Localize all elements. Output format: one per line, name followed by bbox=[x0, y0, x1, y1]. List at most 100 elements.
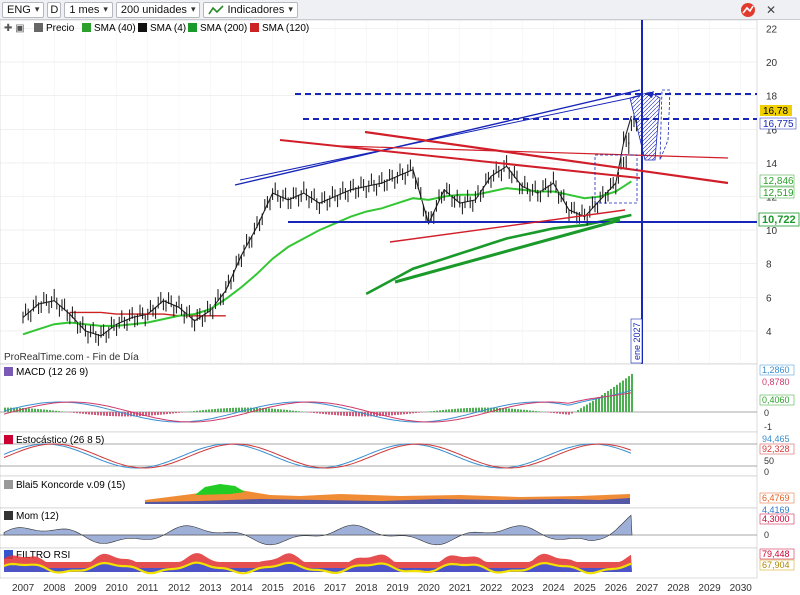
macd-hist-bar bbox=[163, 412, 165, 415]
close-icon[interactable]: ✕ bbox=[766, 3, 776, 17]
macd-hist-bar bbox=[511, 408, 513, 412]
macd-hist-bar bbox=[559, 412, 561, 414]
macd-title[interactable]: MACD (12 26 9) bbox=[16, 367, 88, 378]
year-tick-label: 2015 bbox=[262, 583, 285, 594]
sma-b-text: 12,519 bbox=[763, 188, 794, 199]
macd-hist-bar bbox=[319, 412, 321, 414]
macd-hist-bar bbox=[517, 409, 519, 412]
macd-hist-bar bbox=[412, 412, 414, 414]
macd-value-a: 1,2860 bbox=[762, 365, 790, 375]
macd-hist-bar bbox=[109, 412, 111, 416]
vertical-date-label: ene 2027 bbox=[630, 318, 643, 364]
price-tick-label: 22 bbox=[766, 25, 778, 36]
year-tick-label: 2022 bbox=[480, 583, 503, 594]
units-selector[interactable]: 200 unidades ▾ bbox=[115, 1, 201, 18]
svg-text:ene 2027: ene 2027 bbox=[632, 322, 642, 360]
d-label: D bbox=[50, 3, 59, 16]
mom-title[interactable]: Mom (12) bbox=[16, 511, 59, 522]
macd-hist-bar bbox=[436, 410, 438, 412]
macd-hist-bar bbox=[433, 410, 435, 412]
macd-hist-bar bbox=[469, 407, 471, 412]
sma200-legend-swatch bbox=[188, 23, 197, 32]
year-tick-label: 2008 bbox=[43, 583, 66, 594]
year-tick-label: 2019 bbox=[386, 583, 409, 594]
macd-hist-bar bbox=[520, 409, 522, 412]
year-tick-label: 2016 bbox=[293, 583, 316, 594]
chart-canvas[interactable]: 22201816141210864 ✚ ▣ Precio SMA (40) SM… bbox=[0, 20, 800, 595]
macd-hist-bar bbox=[475, 407, 477, 412]
price-panel bbox=[0, 20, 758, 365]
stoch-50: 50 bbox=[764, 456, 774, 466]
macd-hist-bar bbox=[604, 393, 606, 412]
macd-panel: MACD (12 26 9) 1,2860 0,8780 0,4060 0 -1 bbox=[0, 363, 795, 433]
support-text: 10,722 bbox=[762, 214, 796, 226]
timeframe-label: 1 mes bbox=[69, 3, 100, 16]
macd-hist-bar bbox=[565, 412, 567, 415]
macd-hist-bar bbox=[514, 408, 516, 412]
legend-sma120[interactable]: SMA (120) bbox=[262, 23, 309, 34]
legend-sma4[interactable]: SMA (4) bbox=[150, 23, 186, 34]
macd-hist-bar bbox=[34, 408, 36, 412]
macd-hist-bar bbox=[154, 412, 156, 416]
macd-hist-bar bbox=[169, 412, 171, 414]
macd-hist-bar bbox=[616, 384, 618, 412]
macd-hist-bar bbox=[151, 412, 153, 416]
macd-hist-bar bbox=[124, 412, 126, 417]
legend-sma200[interactable]: SMA (200) bbox=[200, 23, 247, 34]
timeframe-selector[interactable]: 1 mes ▾ bbox=[64, 1, 113, 18]
macd-hist-bar bbox=[274, 408, 276, 412]
macd-hist-bar bbox=[157, 412, 159, 415]
macd-hist-bar bbox=[115, 412, 117, 417]
macd-hist-bar bbox=[214, 408, 216, 412]
macd-hist-bar bbox=[454, 408, 456, 412]
price-tick-label: 4 bbox=[766, 327, 772, 338]
macd-hist-bar bbox=[226, 408, 228, 412]
panel-tools-icon[interactable]: ✚ ▣ bbox=[4, 23, 25, 34]
macd-hist-bar bbox=[355, 412, 357, 417]
macd-hist-bar bbox=[397, 412, 399, 415]
macd-hist-bar bbox=[91, 412, 93, 415]
macd-hist-bar bbox=[535, 411, 537, 412]
macd-hist-bar bbox=[97, 412, 99, 416]
macd-hist-bar bbox=[223, 408, 225, 412]
symbol-selector[interactable]: ENG ▾ bbox=[2, 1, 45, 18]
koncorde-title[interactable]: Blai5 Koncorde v.09 (15) bbox=[16, 480, 125, 491]
macd-hist-bar bbox=[118, 412, 120, 417]
macd-hist-bar bbox=[43, 409, 45, 412]
macd-hist-bar bbox=[130, 412, 132, 417]
macd-hist-bar bbox=[94, 412, 96, 415]
macd-hist-bar bbox=[28, 408, 30, 412]
stochastic-panel: Estocástico (26 8 5) 94,465 92,328 50 0 bbox=[0, 431, 795, 477]
legend-sma40[interactable]: SMA (40) bbox=[94, 23, 136, 34]
macd-hist-bar bbox=[292, 410, 294, 412]
macd-hist-bar bbox=[298, 411, 300, 412]
mom-icon bbox=[4, 511, 13, 520]
macd-hist-bar bbox=[100, 412, 102, 416]
macd-hist-bar bbox=[580, 408, 582, 412]
year-tick-label: 2009 bbox=[74, 583, 97, 594]
macd-hist-bar bbox=[205, 409, 207, 412]
macd-hist-bar bbox=[61, 411, 63, 412]
momentum-panel: Mom (12) 4,3000 0 bbox=[0, 507, 795, 549]
year-tick-label: 2018 bbox=[355, 583, 378, 594]
display-d-button[interactable]: D bbox=[47, 1, 62, 18]
source-text: ProRealTime.com - Fin de Día bbox=[4, 352, 139, 363]
macd-hist-bar bbox=[529, 410, 531, 412]
year-tick-label: 2021 bbox=[449, 583, 472, 594]
macd-hist-bar bbox=[166, 412, 168, 415]
macd-hist-bar bbox=[331, 412, 333, 415]
macd-hist-bar bbox=[589, 402, 591, 412]
legend-price[interactable]: Precio bbox=[46, 23, 75, 34]
units-label: 200 unidades bbox=[120, 3, 187, 16]
sma4-legend-swatch bbox=[138, 23, 147, 32]
macd-hist-bar bbox=[562, 412, 564, 415]
rsi-panel: FILTRO RSI 79,448 67,904 bbox=[0, 547, 795, 579]
macd-hist-bar bbox=[76, 412, 78, 414]
chevron-down-icon: ▾ bbox=[103, 4, 108, 14]
macd-hist-bar bbox=[160, 412, 162, 415]
year-axis: 2007 2008 2009 2010 2011 2012 2013 2014 2015 2016… bbox=[12, 583, 752, 594]
macd-hist-bar bbox=[202, 410, 204, 412]
indicators-button[interactable]: Indicadores ▾ bbox=[203, 1, 298, 18]
macd-hist-bar bbox=[400, 412, 402, 415]
macd-hist-bar bbox=[607, 390, 609, 412]
